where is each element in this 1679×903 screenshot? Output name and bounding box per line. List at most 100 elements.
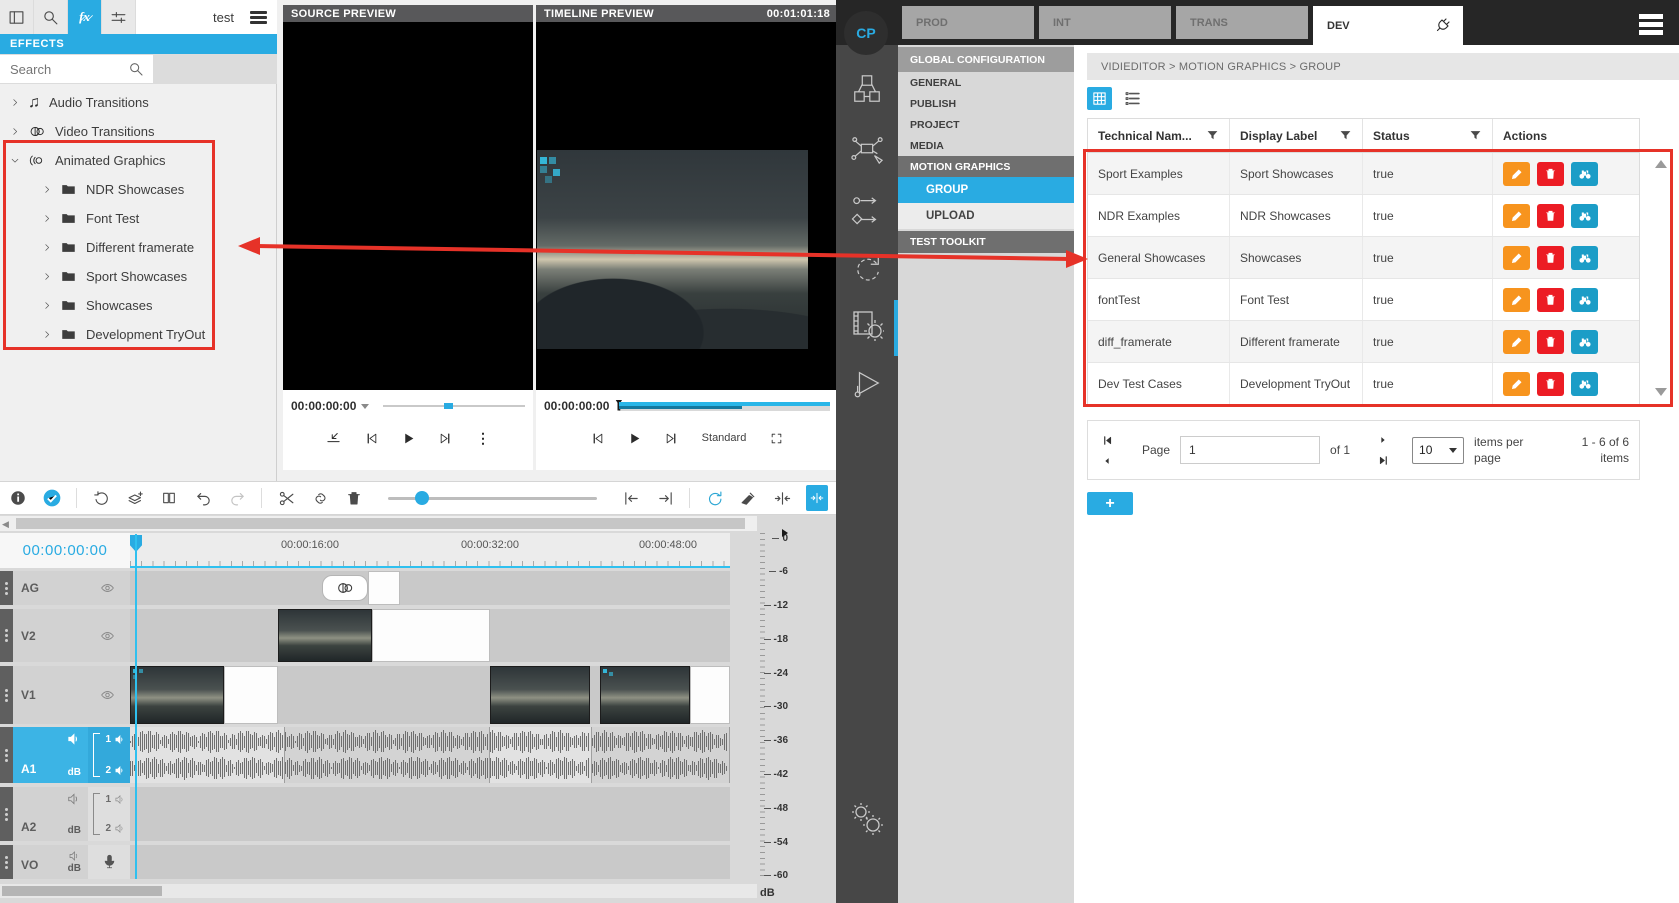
db-button[interactable]: dB — [68, 825, 81, 836]
eye-icon[interactable] — [99, 629, 116, 643]
track-drag-handle[interactable] — [0, 609, 13, 662]
tree-item-sport-showcases[interactable]: Sport Showcases — [0, 262, 277, 291]
graphic-clip[interactable] — [368, 571, 400, 605]
nav-project[interactable]: PROJECT — [898, 114, 1074, 135]
preview-button[interactable] — [1571, 288, 1598, 312]
fullscreen-icon[interactable] — [770, 432, 783, 445]
redo-button[interactable] — [227, 486, 247, 510]
track-ag-label[interactable]: AG — [13, 571, 130, 605]
table-row[interactable]: NDR Examples NDR Showcases true — [1088, 195, 1639, 237]
source-timecode[interactable]: 00:00:00:00 — [291, 399, 356, 413]
channel-2[interactable]: 2 — [105, 765, 126, 776]
scroll-down-arrow[interactable] — [1655, 388, 1667, 396]
nav-group[interactable]: GROUP — [898, 177, 1074, 203]
avatar[interactable]: CP — [844, 11, 888, 55]
video-clip[interactable] — [224, 666, 278, 724]
track-a2-channels[interactable]: 1 2 — [88, 787, 130, 841]
track-a2-content[interactable] — [130, 787, 730, 841]
track-a1-content[interactable] — [130, 727, 730, 783]
add-layer-button[interactable] — [125, 486, 145, 510]
tree-item-development-tryout[interactable]: Development TryOut — [0, 320, 277, 349]
timeline-bottom-scrollbar[interactable] — [0, 884, 757, 898]
cut-button[interactable] — [276, 486, 296, 510]
player-tool-icon[interactable] — [850, 365, 884, 403]
jump-next-edit-button[interactable] — [655, 486, 675, 510]
skip-back-icon[interactable] — [365, 432, 378, 445]
last-page-icon[interactable] — [1378, 455, 1389, 466]
preview-button[interactable] — [1571, 246, 1598, 270]
kebab-menu-icon[interactable]: ⋮ — [476, 430, 490, 447]
source-preview-viewer[interactable] — [283, 22, 533, 390]
tree-item-video-transitions[interactable]: Video Transitions — [0, 117, 277, 146]
tab-prod[interactable]: PROD — [902, 6, 1034, 39]
track-v2-content[interactable] — [130, 609, 730, 662]
channel-2[interactable]: 2 — [105, 823, 126, 834]
track-drag-handle[interactable] — [0, 666, 13, 724]
chevron-right-icon[interactable] — [42, 242, 52, 253]
jump-previous-edit-button[interactable] — [621, 486, 641, 510]
eye-icon[interactable] — [99, 688, 116, 702]
speaker-icon[interactable] — [67, 850, 82, 862]
table-scrollbar[interactable] — [1652, 152, 1670, 404]
track-drag-handle[interactable] — [0, 727, 13, 783]
tree-item-different-framerate[interactable]: Different framerate — [0, 233, 277, 262]
workflow-icon[interactable] — [850, 192, 884, 230]
chevron-right-icon[interactable] — [10, 126, 20, 137]
track-vo-label[interactable]: VO dB — [13, 845, 88, 879]
delete-button[interactable] — [1537, 246, 1564, 270]
video-clip[interactable] — [690, 666, 730, 724]
filter-icon[interactable] — [1206, 129, 1219, 142]
tree-item-audio-transitions[interactable]: ♫ Audio Transitions — [0, 88, 277, 117]
main-menu-button[interactable] — [1639, 11, 1663, 38]
preview-button[interactable] — [1571, 204, 1598, 228]
track-vo-content[interactable] — [130, 845, 730, 879]
audio-clip[interactable] — [490, 727, 592, 783]
tree-item-animated-graphics[interactable]: Animated Graphics — [0, 146, 277, 175]
approve-button[interactable] — [42, 486, 62, 510]
edit-button[interactable] — [1503, 246, 1530, 270]
db-button[interactable]: dB — [68, 767, 81, 778]
track-drag-handle[interactable] — [0, 787, 13, 841]
timeline-zoom-slider[interactable] — [388, 497, 597, 500]
video-clip[interactable] — [372, 609, 490, 662]
chevron-right-icon[interactable] — [42, 300, 52, 311]
preview-button[interactable] — [1571, 330, 1598, 354]
timeline-timecode[interactable]: 00:00:00:00 — [544, 399, 609, 413]
source-scrubber-thumb[interactable] — [444, 403, 453, 409]
quality-selector[interactable]: Standard — [702, 432, 747, 444]
tab-trans[interactable]: TRANS — [1176, 6, 1308, 39]
filter-icon[interactable] — [1339, 129, 1352, 142]
nav-global-configuration[interactable]: GLOBAL CONFIGURATION — [898, 47, 1074, 72]
nav-test-toolkit[interactable]: TEST TOOLKIT — [898, 231, 1074, 253]
source-scrubber[interactable] — [383, 405, 525, 407]
scroll-left-arrow[interactable]: ◀ — [2, 519, 9, 530]
track-a1-label[interactable]: A1 dB — [13, 727, 88, 783]
chevron-right-icon[interactable] — [42, 329, 52, 340]
razor-button[interactable] — [738, 486, 758, 510]
ruler-ticks[interactable]: 00:00:16:00 00:00:32:00 00:00:48:00 — [130, 533, 730, 568]
delete-button[interactable] — [344, 486, 364, 510]
sync-icon[interactable] — [850, 250, 884, 288]
channel-1[interactable]: 1 — [105, 734, 126, 745]
tree-item-showcases[interactable]: Showcases — [0, 291, 277, 320]
zoom-slider-thumb[interactable] — [415, 491, 429, 505]
playhead-timecode[interactable]: 00:00:00:00 — [0, 533, 130, 568]
chevron-down-icon[interactable] — [10, 155, 20, 166]
page-size-select[interactable]: 10 — [1412, 437, 1464, 464]
integration-icon[interactable] — [850, 130, 884, 168]
first-page-icon[interactable] — [1102, 435, 1113, 446]
nav-upload[interactable]: UPLOAD — [898, 203, 1074, 229]
track-vo-record[interactable] — [88, 845, 130, 879]
delete-button[interactable] — [1537, 372, 1564, 396]
list-view-button[interactable] — [1120, 87, 1145, 110]
snap-toggle-button[interactable] — [806, 485, 828, 511]
modules-icon[interactable] — [850, 70, 884, 108]
db-fader-marker[interactable] — [782, 529, 788, 537]
preview-button[interactable] — [1571, 162, 1598, 186]
audio-clip[interactable] — [285, 727, 490, 783]
chevron-right-icon[interactable] — [42, 184, 52, 195]
media-settings-icon[interactable] — [850, 305, 884, 343]
settings-gears-icon[interactable] — [850, 800, 884, 838]
track-v1-label[interactable]: V1 — [13, 666, 130, 724]
nav-motion-graphics[interactable]: MOTION GRAPHICS — [898, 156, 1074, 177]
